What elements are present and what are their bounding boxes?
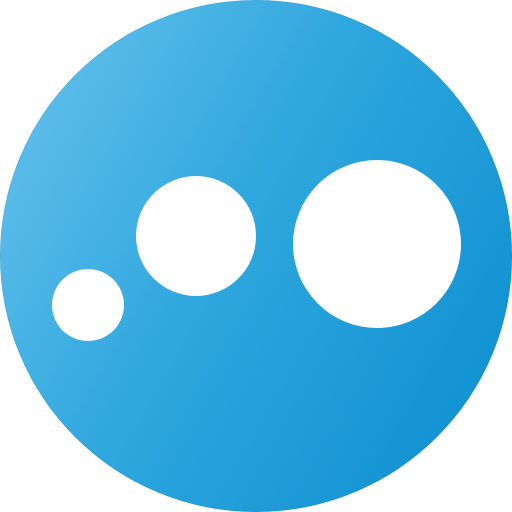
app-icon-canvas (0, 0, 512, 512)
large-dot-icon (293, 160, 461, 328)
small-dot-icon (52, 269, 124, 341)
medium-dot-icon (136, 176, 256, 296)
logo-disc-icon (0, 0, 512, 512)
